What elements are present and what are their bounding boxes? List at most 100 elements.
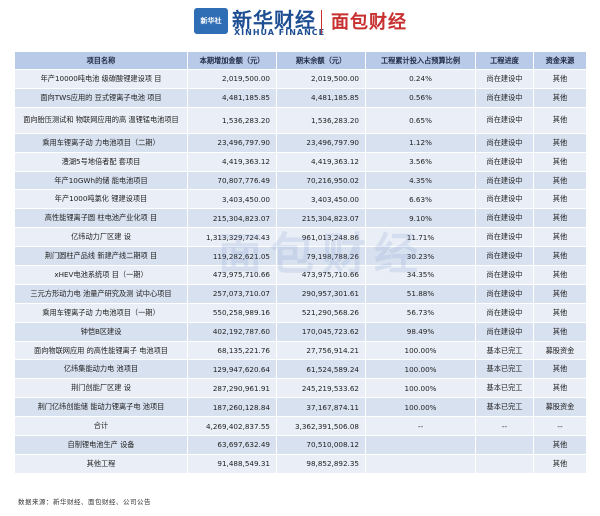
table-row: 年产10GWh的储 能电池项目 70,807,776.49 70,216,950.0… [14,170,587,191]
col-header-progress: 工程进度 [475,51,534,70]
table-row: 面向物联网应用 的高性能锂离子 电池项目 68,135,221.76 27,756,… [14,340,587,361]
table-row: 年产1000吨氯化 锂建设项目 3,403,450.00 3,403,450.00 6… [14,189,587,210]
cell-increase: 257,073,710.07 [187,283,277,304]
cell-progress [475,453,534,474]
cell-balance: 290,957,301.61 [276,283,366,304]
table-row: 面向TWS应用的 豆式锂离子电池 项目 4,481,185.85 4,481,185… [14,87,587,108]
cell-funding: 其他 [533,453,587,474]
cell-funding: 其他 [533,208,587,229]
cell-increase: 187,260,128.84 [187,397,277,418]
cell-project-name: 面向TWS应用的 豆式锂离子电池 项目 [14,87,188,108]
cell-funding: 其他 [533,265,587,285]
table-row: 亿纬动力厂区建 设 1,313,329,724.43 961,013,248.86 1… [14,227,587,248]
cell-ratio: -- [365,416,476,437]
cell-balance: 4,419,363.12 [276,151,366,172]
cell-funding: 其他 [533,132,587,153]
cell-increase: 473,975,710.66 [187,265,277,285]
cell-project-name: 亿纬集能动力电 池项目 [14,359,188,380]
cell-funding: 募股资金 [533,397,587,418]
cell-increase: 2,019,500.00 [187,69,277,89]
cell-balance: 473,975,710.66 [276,265,366,285]
cell-ratio: 34.35% [365,265,476,285]
table-row: 澧湖5号地倍者配 套项目 4,419,363.12 4,419,363.12 3.56… [14,151,587,172]
table-row: 亿纬集能动力电 池项目 129,947,620.64 61,524,589.24 10… [14,359,587,380]
cell-project-name: 钟恺B区建设 [14,321,188,342]
cell-increase: 91,488,549.31 [187,453,277,474]
cell-progress: 基本已完工 [475,397,534,418]
cell-increase: 3,403,450.00 [187,189,277,210]
cell-progress: 尚在建设中 [475,69,534,89]
cell-funding: 其他 [533,321,587,342]
cell-funding: 其他 [533,106,587,134]
cell-balance: 70,216,950.02 [276,170,366,191]
cell-increase: 63,697,632.49 [187,435,277,455]
cell-funding: 其他 [533,359,587,380]
cell-balance: 61,524,589.24 [276,359,366,380]
cell-project-name: 荆门亿纬创能储 能动力锂离子电 池项目 [14,397,188,418]
cell-progress: 尚在建设中 [475,246,534,267]
cell-increase: 4,419,363.12 [187,151,277,172]
cell-progress: 尚在建设中 [475,87,534,108]
cell-project-name: 年产10GWh的储 能电池项目 [14,170,188,191]
cell-ratio: 100.00% [365,359,476,380]
cell-funding: -- [533,416,587,437]
cell-funding: 其他 [533,170,587,191]
table-row: 荆门亿纬创能储 能动力锂离子电 池项目 187,260,128.84 37,167,… [14,397,587,418]
cell-project-name: 三元方形动力电 池量产研究及测 试中心项目 [14,283,188,304]
table-row: 三元方形动力电 池量产研究及测 试中心项目 257,073,710.07 290,9… [14,283,587,304]
cell-balance: 1,536,283.20 [276,106,366,134]
col-header-funding: 资金来源 [533,51,587,70]
cell-funding: 其他 [533,227,587,248]
cell-increase: 4,269,402,837.55 [187,416,277,437]
cell-increase: 550,258,989.16 [187,302,277,323]
cell-ratio: 98.49% [365,321,476,342]
cell-funding: 其他 [533,302,587,323]
xinhua-logo: 新华社 [194,8,228,34]
table-header-row: 项目名称 本期增加金额（元） 期末余额（元） 工程累计投入占预算比例 工程进度 … [14,51,587,70]
cell-ratio: 51.88% [365,283,476,304]
cell-balance: 37,167,874.11 [276,397,366,418]
cell-progress: 基本已完工 [475,340,534,361]
table-row: 荆门圆柱产品线 新建产线二期项 目 119,282,621.05 79,198,78… [14,246,587,267]
cell-balance: 521,290,568.26 [276,302,366,323]
table-row: 合计 4,269,402,837.55 3,362,391,506.08 -- -- -- [14,416,587,437]
cell-ratio [365,453,476,474]
table-row: 面向胎压测试和 物联网应用的高 温锂锰电池项目 1,536,283.20 1,536… [14,106,587,134]
cell-ratio: 56.73% [365,302,476,323]
cell-funding: 其他 [533,378,587,399]
cell-increase: 1,536,283.20 [187,106,277,134]
cell-balance: 70,510,008.12 [276,435,366,455]
cell-ratio: 100.00% [365,397,476,418]
cell-progress: 尚在建设中 [475,283,534,304]
cell-increase: 4,481,185.85 [187,87,277,108]
cell-ratio [365,435,476,455]
cell-progress: 尚在建设中 [475,321,534,342]
cell-increase: 129,947,620.64 [187,359,277,380]
cell-project-name: 澧湖5号地倍者配 套项目 [14,151,188,172]
cell-project-name: 年产1000吨氯化 锂建设项目 [14,189,188,210]
cell-progress: 尚在建设中 [475,106,534,134]
cell-project-name: 其他工程 [14,453,188,474]
cell-ratio: 9.10% [365,208,476,229]
cell-ratio: 3.56% [365,151,476,172]
cell-project-name: 合计 [14,416,188,437]
cell-progress: 尚在建设中 [475,151,534,172]
cell-increase: 402,192,787.60 [187,321,277,342]
cell-balance: 3,403,450.00 [276,189,366,210]
cell-ratio: 4.35% [365,170,476,191]
col-header-balance: 期末余额（元） [276,51,366,70]
cell-balance: 4,481,185.85 [276,87,366,108]
cell-project-name: 荆门创能厂区建 设 [14,378,188,399]
cell-project-name: 面向物联网应用 的高性能锂离子 电池项目 [14,340,188,361]
cell-funding: 其他 [533,151,587,172]
table-row: 其他工程 91,488,549.31 98,852,892.35 其他 [14,453,587,474]
cell-funding: 其他 [533,87,587,108]
cell-balance: 961,013,248.86 [276,227,366,248]
cell-ratio: 0.65% [365,106,476,134]
cell-increase: 1,313,329,724.43 [187,227,277,248]
cell-project-name: xHEV电池系统项 目（一期） [14,265,188,285]
cell-progress: -- [475,416,534,437]
cell-funding: 其他 [533,283,587,304]
table-row: 年产10000吨电池 级碳酸锂建设项 目 2,019,500.00 2,019,50… [14,69,587,89]
cell-project-name: 高性能锂离子圆 柱电池产业化项 目 [14,208,188,229]
